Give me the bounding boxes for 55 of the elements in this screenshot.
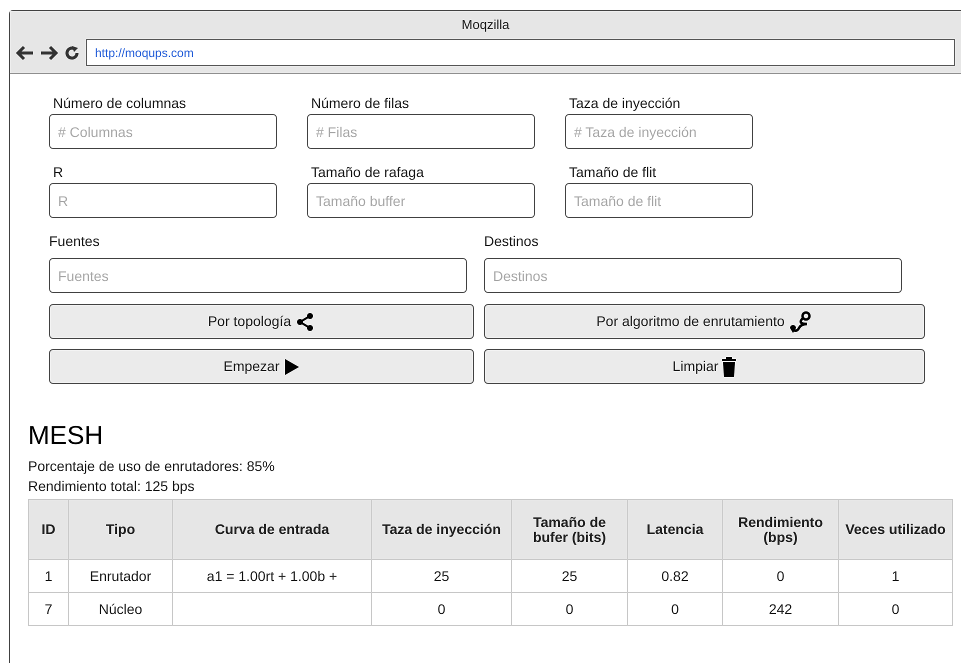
input-field[interactable]: # Taza de inyección bbox=[565, 114, 753, 149]
table-cell: 0 bbox=[722, 560, 838, 592]
route-icon bbox=[788, 310, 813, 334]
column-header: Latencia bbox=[628, 500, 722, 560]
table-cell: 0 bbox=[372, 592, 512, 626]
table-cell: Núcleo bbox=[68, 592, 172, 626]
table-cell: Enrutador bbox=[68, 560, 172, 592]
table-cell: 0 bbox=[628, 592, 722, 626]
table-cell: 1 bbox=[28, 560, 68, 592]
input-field[interactable]: Tamaño de flit bbox=[565, 183, 753, 218]
action-button[interactable]: Por algoritmo de enrutamiento bbox=[484, 304, 925, 339]
field-label: Destinos bbox=[484, 232, 540, 250]
column-header: Taza de inyección bbox=[372, 500, 512, 560]
field-label: Tamaño de rafaga bbox=[310, 163, 425, 181]
address-bar[interactable]: http://moqups.com bbox=[86, 39, 955, 66]
table-cell: 0 bbox=[838, 592, 952, 626]
action-button[interactable]: Empezar bbox=[49, 349, 474, 384]
table-cell: 7 bbox=[28, 592, 68, 626]
reload-icon[interactable] bbox=[64, 44, 80, 60]
stat-text: Rendimiento total: 125 bps bbox=[28, 477, 195, 496]
section-title: MESH bbox=[28, 420, 104, 450]
field-label: Número de filas bbox=[310, 94, 410, 112]
input-field[interactable]: Destinos bbox=[484, 258, 902, 293]
input-field[interactable]: R bbox=[49, 183, 277, 218]
field-label: Número de columnas bbox=[52, 94, 188, 112]
column-header: Tipo bbox=[68, 500, 172, 560]
window-title: Moqzilla bbox=[462, 16, 510, 34]
table-cell: 0.82 bbox=[628, 560, 722, 592]
input-field[interactable]: # Filas bbox=[307, 114, 535, 149]
input-field[interactable]: # Columnas bbox=[49, 114, 277, 149]
column-header: Tamaño de bufer (bits) bbox=[512, 500, 628, 560]
input-field[interactable]: Tamaño buffer bbox=[307, 183, 535, 218]
field-label: Fuentes bbox=[49, 232, 101, 250]
table-cell: 25 bbox=[372, 560, 512, 592]
share-icon bbox=[295, 312, 316, 332]
column-header: ID bbox=[28, 500, 68, 560]
forward-arrow-icon[interactable] bbox=[40, 44, 58, 60]
field-label: Tamaño de flit bbox=[568, 163, 658, 181]
column-header: Rendimiento (bps) bbox=[722, 500, 838, 560]
trash-icon bbox=[722, 356, 736, 376]
table-cell: 1 bbox=[838, 560, 952, 592]
action-button[interactable]: Limpiar bbox=[484, 349, 925, 384]
table-cell: a1 = 1.00rt + 1.00b + bbox=[172, 560, 372, 592]
column-header: Veces utilizado bbox=[838, 500, 952, 560]
table-cell: 242 bbox=[722, 592, 838, 626]
column-header: Curva de entrada bbox=[172, 500, 372, 560]
action-button[interactable]: Por topología bbox=[49, 304, 474, 339]
field-label: R bbox=[52, 163, 64, 181]
input-field[interactable]: Fuentes bbox=[49, 258, 467, 293]
back-arrow-icon[interactable] bbox=[16, 44, 34, 60]
table-cell: 0 bbox=[512, 592, 628, 626]
play-icon bbox=[284, 358, 300, 376]
field-label: Taza de inyección bbox=[568, 94, 682, 112]
stat-text: Porcentaje de uso de enrutadores: 85% bbox=[28, 457, 275, 476]
table-cell: 25 bbox=[512, 560, 628, 592]
